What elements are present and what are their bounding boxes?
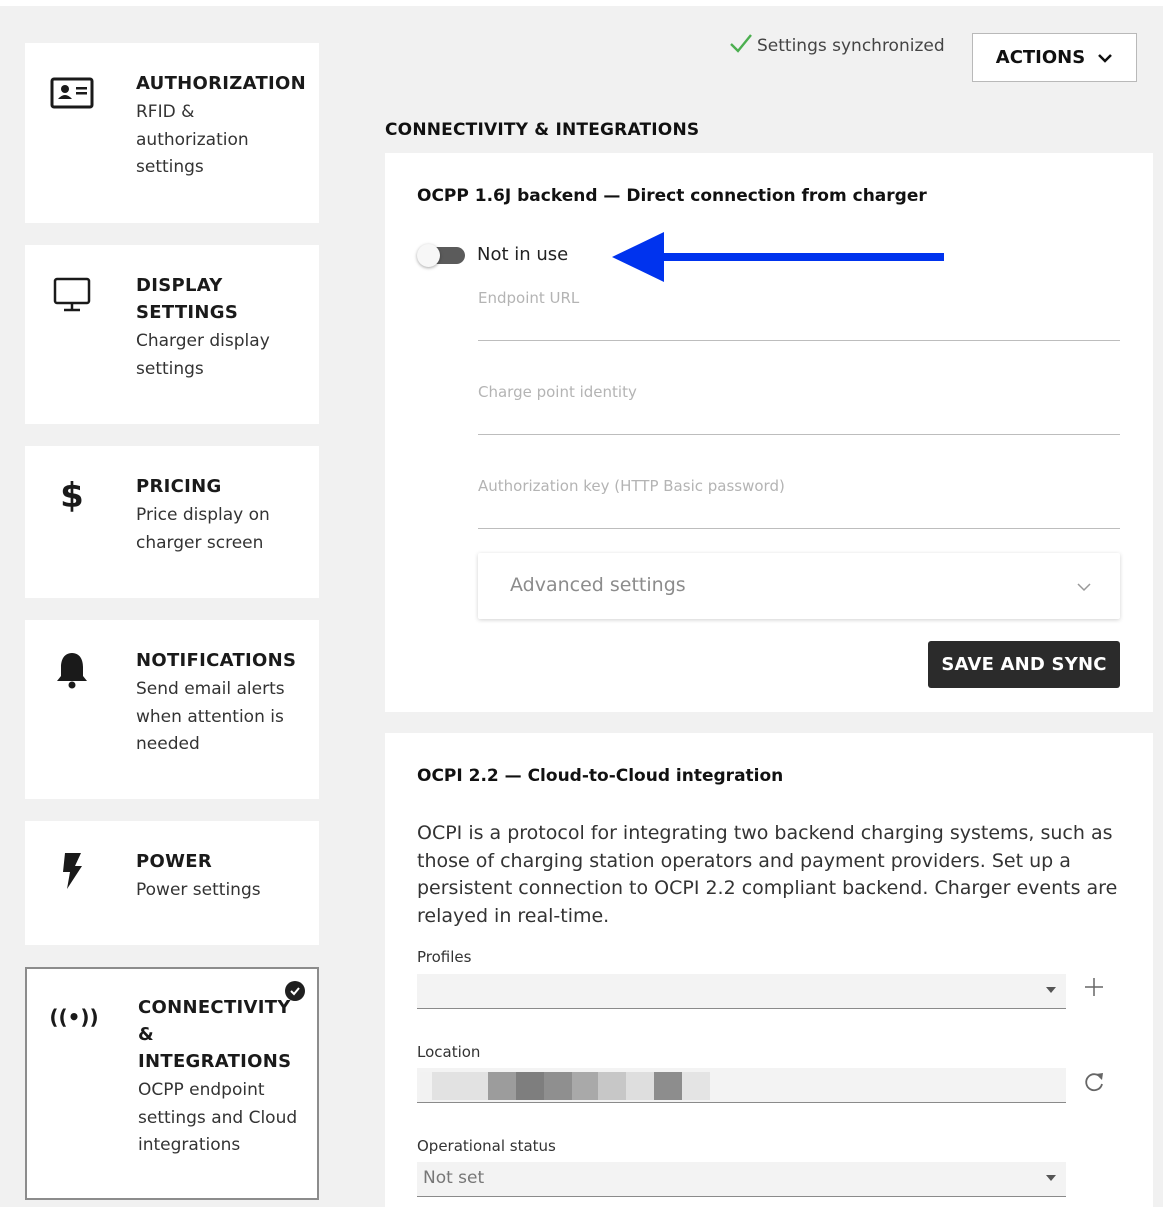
ocpi-panel: OCPI 2.2 — Cloud-to-Cloud integration — [385, 733, 1153, 1207]
endpoint-url-field[interactable]: Endpoint URL — [478, 289, 1120, 341]
refresh-icon — [1085, 1073, 1103, 1092]
sidebar-item-pricing[interactable]: $ PRICING Price display on charger scree… — [25, 446, 319, 598]
charge-point-identity-label: Charge point identity — [478, 383, 637, 401]
ocpi-panel-title: OCPI 2.2 — Cloud-to-Cloud integration — [417, 766, 784, 786]
sync-status: Settings synchronized — [729, 32, 945, 59]
chevron-down-icon — [1097, 47, 1113, 68]
section-title: CONNECTIVITY & INTEGRATIONS — [385, 120, 700, 140]
bell-icon — [49, 650, 95, 690]
sidebar-item-authorization[interactable]: AUTHORIZATION RFID & authorization setti… — [25, 43, 319, 223]
advanced-settings-label: Advanced settings — [510, 574, 686, 596]
caret-down-icon — [1046, 987, 1056, 993]
plus-icon — [1085, 978, 1103, 996]
broadcast-icon: ((•)) — [49, 1005, 99, 1029]
check-badge-icon — [285, 981, 305, 1001]
frame-right-edge — [1163, 0, 1167, 1207]
charge-point-identity-field[interactable]: Charge point identity — [478, 383, 1120, 435]
charge-point-identity-input[interactable] — [478, 413, 1120, 432]
endpoint-url-input[interactable] — [478, 319, 1120, 338]
checkmark-icon — [729, 32, 753, 59]
sidebar-item-title: PRICING — [136, 476, 222, 497]
toggle-label: Not in use — [477, 244, 569, 265]
operational-status-value: Not set — [423, 1168, 485, 1188]
sidebar-item-title: AUTHORIZATION — [136, 73, 307, 94]
profiles-label: Profiles — [417, 948, 472, 966]
sidebar-item-notifications[interactable]: NOTIFICATIONS Send email alerts when att… — [25, 620, 319, 799]
operational-status-select[interactable]: Not set — [417, 1162, 1066, 1197]
sidebar-item-title: POWER — [136, 851, 213, 872]
redacted-location-value — [420, 1072, 710, 1100]
sidebar-item-desc: Send email alerts when attention is need… — [136, 679, 285, 754]
save-and-sync-button[interactable]: SAVE AND SYNC — [928, 641, 1120, 688]
add-profile-button[interactable] — [1083, 976, 1105, 1002]
endpoint-url-label: Endpoint URL — [478, 289, 580, 307]
actions-button[interactable]: ACTIONS — [972, 33, 1137, 82]
operational-status-label: Operational status — [417, 1137, 556, 1155]
sidebar-item-display[interactable]: DISPLAY SETTINGS Charger display setting… — [25, 245, 319, 424]
sidebar-item-desc: Price display on charger screen — [136, 505, 270, 553]
authorization-key-field[interactable]: Authorization key (HTTP Basic password) — [478, 477, 1120, 529]
id-card-icon — [49, 73, 95, 113]
sync-status-text: Settings synchronized — [757, 35, 945, 56]
blue-arrow-annotation — [612, 232, 944, 282]
ocpi-description: OCPI is a protocol for integrating two b… — [417, 822, 1118, 927]
sidebar-item-title: NOTIFICATIONS — [136, 650, 297, 671]
sidebar-item-power[interactable]: POWER Power settings — [25, 821, 319, 945]
sidebar-item-connectivity[interactable]: ((•)) CONNECTIVITY & INTEGRATIONS OCPP e… — [25, 967, 319, 1200]
advanced-settings-expander[interactable]: Advanced settings — [478, 553, 1120, 619]
sidebar-item-title: CONNECTIVITY & INTEGRATIONS — [138, 997, 292, 1072]
sidebar-item-desc: OCPP endpoint settings and Cloud integra… — [138, 1080, 298, 1155]
toggle-knob — [417, 244, 440, 267]
ocpp-panel-title: OCPP 1.6J backend — Direct connection fr… — [417, 186, 927, 206]
lightning-icon — [49, 851, 95, 891]
frame-top-edge — [0, 0, 1167, 6]
sidebar-item-desc: Power settings — [136, 880, 261, 900]
actions-label: ACTIONS — [995, 47, 1086, 68]
dollar-icon: $ — [60, 476, 84, 516]
profiles-select[interactable] — [417, 974, 1066, 1009]
authorization-key-input[interactable] — [478, 507, 1120, 526]
sidebar-item-desc: RFID & authorization settings — [136, 102, 249, 177]
ocpp-enable-toggle[interactable] — [417, 244, 465, 267]
chevron-down-icon — [1076, 577, 1092, 596]
authorization-key-label: Authorization key (HTTP Basic password) — [478, 477, 785, 495]
caret-down-icon — [1046, 1175, 1056, 1181]
location-label: Location — [417, 1043, 481, 1061]
monitor-icon — [49, 275, 95, 315]
sidebar-item-desc: Charger display settings — [136, 331, 270, 379]
refresh-location-button[interactable] — [1082, 1070, 1106, 1098]
sidebar-item-title: DISPLAY SETTINGS — [136, 275, 239, 323]
